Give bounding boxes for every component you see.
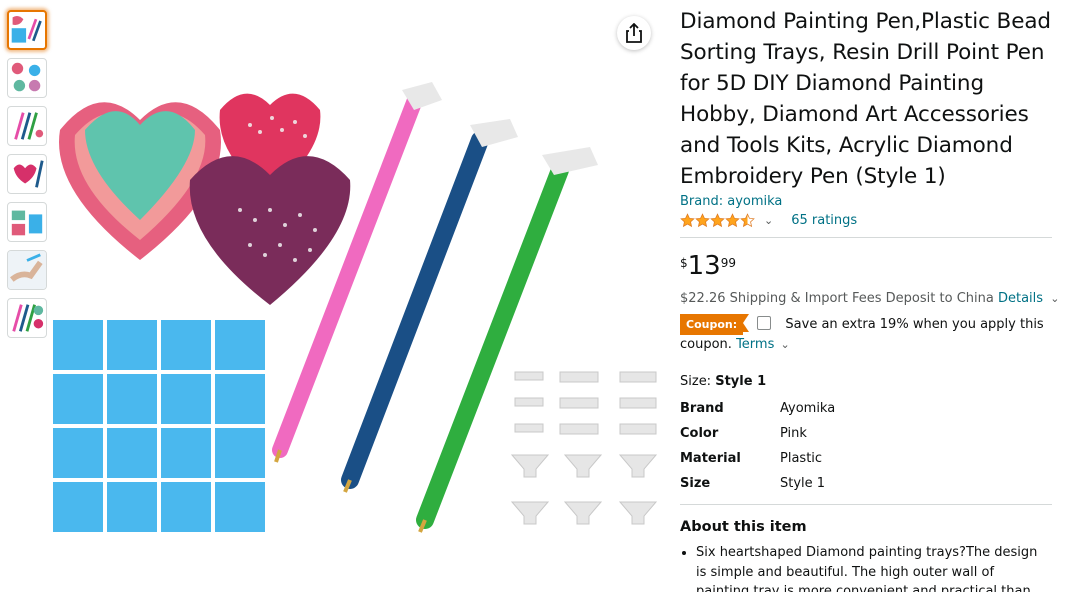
price-symbol: $ — [680, 256, 688, 270]
coupon-row: Coupon: Save an extra 19% when you apply… — [680, 314, 1060, 354]
spec-row: Size Style 1 — [680, 471, 1060, 496]
spec-value: Plastic — [780, 451, 823, 466]
star-icon — [695, 212, 710, 227]
star-icon — [725, 212, 740, 227]
chevron-down-icon[interactable]: ⌄ — [1050, 292, 1059, 305]
share-button[interactable] — [617, 16, 651, 50]
shipping-info: $22.26 Shipping & Import Fees Deposit to… — [680, 291, 1060, 306]
about-bullets: Six heartshaped Diamond painting trays?T… — [680, 543, 1040, 592]
price-whole: 13 — [687, 251, 721, 281]
thumbnail-5[interactable] — [7, 202, 47, 242]
share-icon — [626, 23, 642, 43]
thumbnail-6[interactable] — [7, 250, 47, 290]
size-value: Style 1 — [715, 374, 767, 389]
thumbnail-1[interactable] — [7, 10, 47, 50]
coupon-checkbox[interactable] — [757, 316, 772, 330]
spec-key: Size — [680, 476, 711, 491]
sorting-tray-tiles — [53, 320, 265, 532]
product-title: Diamond Painting Pen,Plastic Bead Sortin… — [680, 9, 1051, 189]
brand-link[interactable]: Brand: ayomika — [680, 194, 1060, 209]
ratings-count-link[interactable]: 65 ratings — [791, 213, 857, 228]
spec-row: Color Pink — [680, 421, 1060, 446]
main-product-image[interactable] — [50, 70, 660, 540]
price: $ 13 99 — [680, 252, 1060, 280]
product-info: Diamond Painting Pen,Plastic Bead Sortin… — [680, 6, 1060, 592]
star-icon — [710, 212, 725, 227]
heart-trays — [59, 93, 351, 305]
chevron-down-icon[interactable]: ⌄ — [764, 214, 773, 227]
thumbnail-7[interactable] — [7, 298, 47, 338]
about-heading: About this item — [680, 519, 807, 535]
spec-row: Material Plastic — [680, 446, 1060, 471]
product-specs: Brand Ayomika Color Pink Material Plastic Size… — [680, 396, 1060, 496]
thumbnail-2[interactable] — [7, 58, 47, 98]
spec-value: Ayomika — [780, 401, 836, 416]
chevron-down-icon[interactable]: ⌄ — [781, 338, 790, 351]
size-selector: Size: Style 1 — [680, 374, 1060, 389]
coupon-badge: Coupon: — [680, 314, 750, 335]
divider — [680, 237, 1052, 238]
pen-tips — [510, 371, 658, 525]
size-label: Size: — [680, 374, 712, 389]
shipping-details-link[interactable]: Details — [998, 291, 1043, 306]
coupon-terms-link[interactable]: Terms — [736, 337, 774, 352]
star-icon — [740, 212, 755, 227]
thumbnail-3[interactable] — [7, 106, 47, 146]
about-bullet: Six heartshaped Diamond painting trays?T… — [696, 543, 1040, 592]
spec-row: Brand Ayomika — [680, 396, 1060, 421]
star-icon — [680, 212, 695, 227]
spec-key: Color — [680, 426, 719, 441]
divider — [680, 504, 1052, 505]
spec-value: Pink — [780, 426, 807, 441]
spec-key: Brand — [680, 401, 724, 416]
shipping-text: $22.26 Shipping & Import Fees Deposit to… — [680, 291, 994, 306]
rating-row: ⌄ 65 ratings — [680, 211, 1060, 229]
thumbnail-strip — [7, 10, 47, 346]
spec-value: Style 1 — [780, 476, 826, 491]
spec-key: Material — [680, 451, 741, 466]
diamond-pens — [272, 82, 598, 533]
star-rating[interactable] — [680, 212, 755, 228]
thumbnail-4[interactable] — [7, 154, 47, 194]
price-fraction: 99 — [720, 256, 737, 270]
